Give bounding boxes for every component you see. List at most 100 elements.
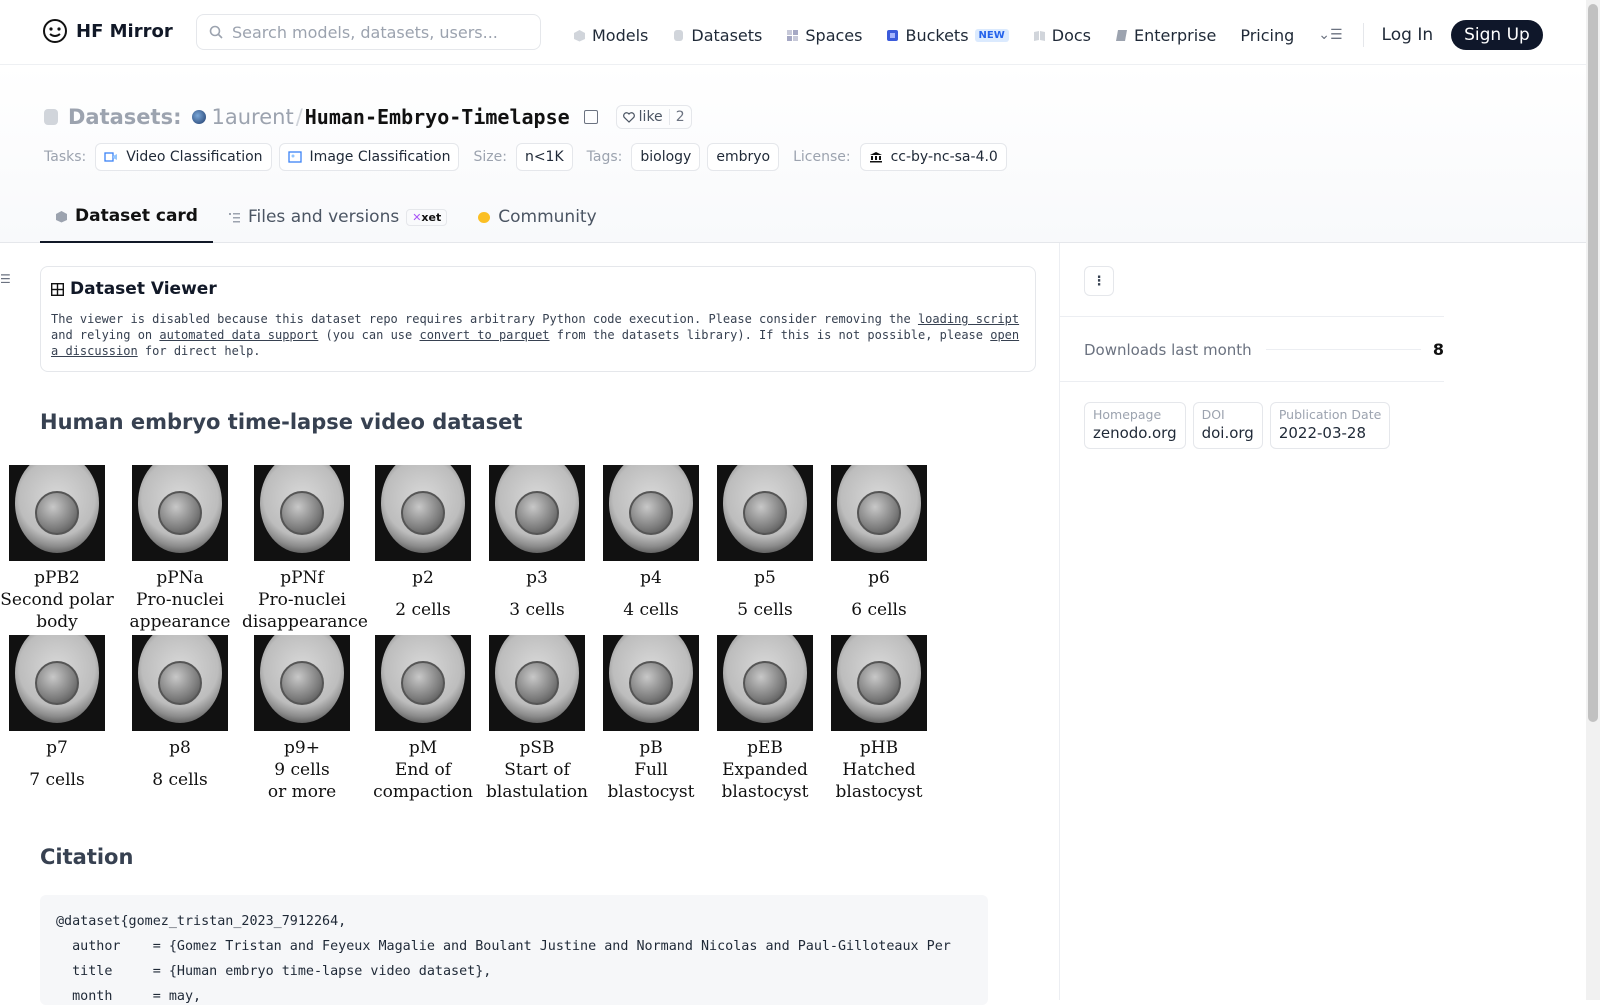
- embryo-image: [375, 465, 471, 561]
- embryo: [35, 491, 79, 535]
- phase-code: pPNf: [280, 568, 324, 588]
- homepage-link[interactable]: Homepage zenodo.org: [1084, 402, 1186, 449]
- repo-title-row: Datasets: 1aurent / Human-Embryo-Timelap…: [44, 105, 692, 129]
- nav-datasets[interactable]: Datasets: [672, 26, 762, 45]
- phase-desc1: 9 cells: [274, 760, 330, 780]
- sidebar-separator: [1060, 381, 1444, 382]
- database-icon: [674, 29, 684, 41]
- phase-desc1: 8 cells: [152, 770, 208, 790]
- phase-code: p5: [754, 568, 776, 588]
- task-chip-image-classification[interactable]: Image Classification: [278, 143, 460, 171]
- login-link[interactable]: Log In: [1382, 25, 1434, 45]
- phase-desc2: disappearance: [242, 612, 368, 632]
- tab-community[interactable]: Community: [462, 191, 611, 243]
- embryo: [401, 661, 445, 705]
- tag-chip-biology[interactable]: biology: [631, 143, 701, 171]
- loading-script-link[interactable]: loading script: [918, 312, 1019, 326]
- nav-enterprise-label: Enterprise: [1134, 25, 1217, 45]
- nav-pricing[interactable]: Pricing: [1240, 26, 1294, 45]
- repo-name[interactable]: Human-Embryo-Timelapse: [305, 105, 570, 129]
- phase-desc2: blastocyst: [835, 782, 923, 802]
- nav-pricing-label: Pricing: [1240, 25, 1295, 45]
- toc-toggle-icon[interactable]: ☰: [0, 272, 11, 286]
- table-icon: [51, 282, 64, 296]
- doi-link[interactable]: DOI doi.org: [1192, 402, 1263, 449]
- citation-heading: Citation: [40, 845, 134, 869]
- tag-chip-embryo[interactable]: embryo: [707, 143, 780, 171]
- embryo: [629, 661, 673, 705]
- size-chip[interactable]: n<1K: [515, 143, 573, 171]
- nav-docs[interactable]: Docs: [1033, 26, 1091, 45]
- convert-to-parquet-link[interactable]: convert to parquet: [419, 328, 549, 342]
- viewer-text-3: (you can use: [318, 328, 420, 342]
- nav-divider: [1362, 23, 1364, 47]
- phase-desc1: Second polar: [0, 590, 114, 610]
- meta-value: 2022-03-28: [1278, 424, 1367, 442]
- copy-icon[interactable]: [583, 110, 598, 124]
- search-input[interactable]: [232, 22, 512, 42]
- files-icon: [228, 212, 240, 222]
- embryo-image: [489, 465, 585, 561]
- more-menu-icon[interactable]: ⌄☰: [1318, 27, 1342, 43]
- embryo-image: [132, 465, 228, 561]
- nav-models[interactable]: Models: [573, 26, 648, 45]
- phase-desc1: 7 cells: [29, 770, 85, 790]
- viewer-title-text: Dataset Viewer: [70, 279, 217, 299]
- kebab-icon: ⋮: [1092, 273, 1106, 289]
- phase-code: pPNa: [156, 568, 204, 588]
- task-chip-video-classification[interactable]: Video Classification: [95, 143, 272, 171]
- scrollbar-thumb[interactable]: [1588, 4, 1598, 722]
- section-label: Datasets:: [68, 105, 182, 129]
- cube-icon: [56, 210, 67, 222]
- sidebar-separator: [1060, 316, 1444, 317]
- cube-icon: [574, 29, 585, 41]
- tab-dataset-card[interactable]: Dataset card: [40, 191, 213, 243]
- phase-desc1: Expanded: [722, 760, 808, 780]
- downloads-sparkline: [1265, 349, 1421, 350]
- phase-code: pSB: [519, 738, 555, 758]
- like-toggle[interactable]: like: [617, 109, 669, 125]
- viewer-text-2: and relying on: [51, 328, 160, 342]
- new-badge: NEW: [974, 28, 1009, 42]
- phase-code: pPB2: [34, 568, 80, 588]
- meta-key: Homepage: [1093, 407, 1162, 422]
- brand-logo[interactable]: HF Mirror: [42, 18, 173, 44]
- signup-button[interactable]: Sign Up: [1451, 20, 1543, 50]
- embryo: [515, 661, 559, 705]
- search-icon: [209, 25, 223, 39]
- video-classification-icon: [104, 152, 118, 162]
- nav-spaces[interactable]: Spaces: [786, 26, 862, 45]
- like-button[interactable]: like 2: [615, 105, 692, 129]
- search-box[interactable]: [196, 14, 541, 50]
- embryo-phase-cell: pHB Hatched blastocyst: [819, 635, 939, 803]
- phase-code: p8: [169, 738, 191, 758]
- dataset-viewer-title: Dataset Viewer: [51, 279, 1025, 299]
- like-count[interactable]: 2: [668, 109, 691, 125]
- phase-desc2: blastocyst: [721, 782, 809, 802]
- owner-link[interactable]: 1aurent: [212, 105, 294, 129]
- viewer-disabled-message: The viewer is disabled because this data…: [51, 311, 1025, 359]
- downloads-label: Downloads last month: [1084, 340, 1252, 359]
- nav-enterprise[interactable]: Enterprise: [1115, 26, 1216, 45]
- phase-desc1: 3 cells: [509, 600, 565, 620]
- phase-code: p4: [640, 568, 662, 588]
- automated-data-support-link[interactable]: automated data support: [159, 328, 318, 342]
- phase-desc2: blastocyst: [607, 782, 695, 802]
- sidebar-options-button[interactable]: ⋮: [1084, 266, 1114, 296]
- heart-icon: [622, 111, 635, 123]
- community-icon: [478, 211, 491, 223]
- phase-desc1: Hatched: [842, 760, 916, 780]
- tab-files-and-versions[interactable]: Files and versions ✕xet: [213, 191, 462, 243]
- nav-buckets[interactable]: Buckets NEW: [886, 26, 1009, 45]
- license-chip[interactable]: cc-by-nc-sa-4.0: [859, 143, 1007, 171]
- embryo: [857, 661, 901, 705]
- phase-desc1: 4 cells: [623, 600, 679, 620]
- brand-name: HF Mirror: [76, 20, 173, 42]
- embryo-image: [375, 635, 471, 731]
- citation-code-block: @dataset{gomez_tristan_2023_7912264, aut…: [40, 895, 988, 1005]
- embryo: [158, 661, 202, 705]
- meta-key: DOI: [1201, 407, 1225, 422]
- phase-desc1: Start of: [504, 760, 570, 780]
- embryo-image: [9, 635, 105, 731]
- embryo: [35, 661, 79, 705]
